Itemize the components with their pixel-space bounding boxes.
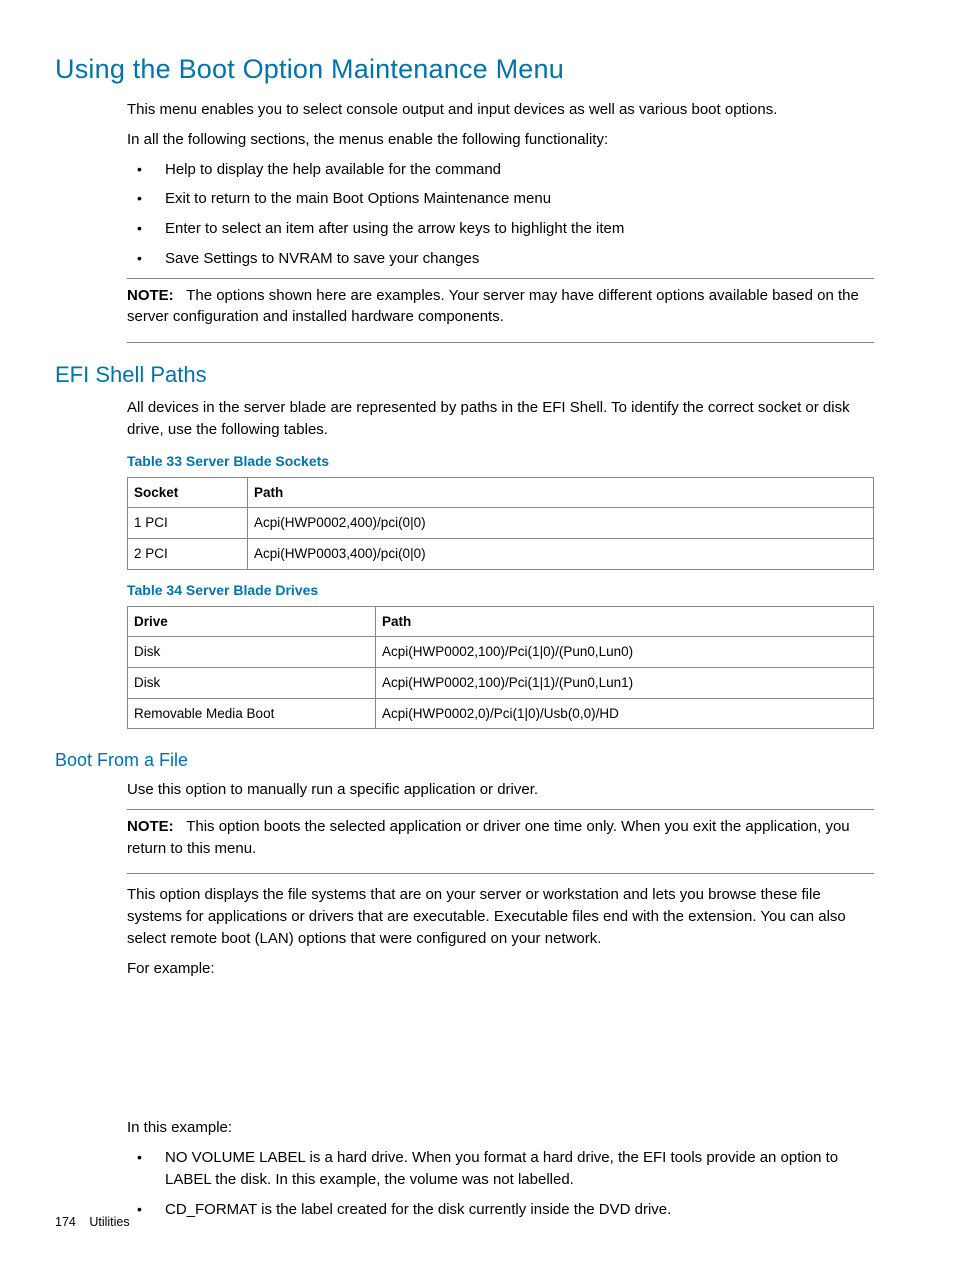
table-33-caption: Table 33 Server Blade Sockets bbox=[127, 451, 874, 471]
list-item: CD_FORMAT is the label created for the d… bbox=[127, 1199, 874, 1221]
example-list: NO VOLUME LABEL is a hard drive. When yo… bbox=[127, 1147, 874, 1220]
cell-path: Acpi(HWP0003,400)/pci(0|0) bbox=[248, 538, 874, 569]
boot-content: Use this option to manually run a specif… bbox=[55, 779, 874, 1220]
page-title: Using the Boot Option Maintenance Menu bbox=[55, 50, 874, 89]
note-box-1: NOTE: The options shown here are example… bbox=[127, 278, 874, 344]
table-34: Drive Path Disk Acpi(HWP0002,100)/Pci(1|… bbox=[127, 606, 874, 729]
boot-paragraph-4: In this example: bbox=[127, 1117, 874, 1139]
list-item: Enter to select an item after using the … bbox=[127, 218, 874, 240]
note-body: This option boots the selected applicati… bbox=[127, 818, 850, 857]
note-text: NOTE: This option boots the selected app… bbox=[127, 816, 874, 860]
col-header-path: Path bbox=[248, 477, 874, 508]
efi-content: All devices in the server blade are repr… bbox=[55, 397, 874, 729]
table-header-row: Drive Path bbox=[128, 606, 874, 637]
cell-path: Acpi(HWP0002,0)/Pci(1|0)/Usb(0,0)/HD bbox=[376, 698, 874, 729]
table-row: 2 PCI Acpi(HWP0003,400)/pci(0|0) bbox=[128, 538, 874, 569]
cell-socket: 1 PCI bbox=[128, 508, 248, 539]
cell-path: Acpi(HWP0002,400)/pci(0|0) bbox=[248, 508, 874, 539]
boot-paragraph-2: This option displays the file systems th… bbox=[127, 884, 874, 949]
example-placeholder bbox=[127, 987, 874, 1117]
table-33: Socket Path 1 PCI Acpi(HWP0002,400)/pci(… bbox=[127, 477, 874, 570]
footer-section-name: Utilities bbox=[89, 1215, 129, 1229]
cell-socket: 2 PCI bbox=[128, 538, 248, 569]
cell-drive: Disk bbox=[128, 667, 376, 698]
boot-paragraph-1: Use this option to manually run a specif… bbox=[127, 779, 874, 801]
efi-intro: All devices in the server blade are repr… bbox=[127, 397, 874, 441]
list-item: Save Settings to NVRAM to save your chan… bbox=[127, 248, 874, 270]
intro-paragraph-2: In all the following sections, the menus… bbox=[127, 129, 874, 151]
main-content: This menu enables you to select console … bbox=[55, 99, 874, 343]
boot-paragraph-3: For example: bbox=[127, 958, 874, 980]
table-row: 1 PCI Acpi(HWP0002,400)/pci(0|0) bbox=[128, 508, 874, 539]
note-label: NOTE: bbox=[127, 818, 174, 835]
col-header-path: Path bbox=[376, 606, 874, 637]
table-row: Disk Acpi(HWP0002,100)/Pci(1|0)/(Pun0,Lu… bbox=[128, 637, 874, 668]
intro-paragraph-1: This menu enables you to select console … bbox=[127, 99, 874, 121]
note-body: The options shown here are examples. You… bbox=[127, 287, 859, 326]
note-text: NOTE: The options shown here are example… bbox=[127, 285, 874, 329]
section-heading-boot-from-file: Boot From a File bbox=[55, 747, 874, 773]
note-box-2: NOTE: This option boots the selected app… bbox=[127, 809, 874, 875]
cell-path: Acpi(HWP0002,100)/Pci(1|1)/(Pun0,Lun1) bbox=[376, 667, 874, 698]
table-row: Disk Acpi(HWP0002,100)/Pci(1|1)/(Pun0,Lu… bbox=[128, 667, 874, 698]
table-header-row: Socket Path bbox=[128, 477, 874, 508]
page-number: 174 bbox=[55, 1215, 76, 1229]
list-item: Help to display the help available for t… bbox=[127, 159, 874, 181]
list-item: Exit to return to the main Boot Options … bbox=[127, 188, 874, 210]
section-heading-efi: EFI Shell Paths bbox=[55, 359, 874, 391]
table-row: Removable Media Boot Acpi(HWP0002,0)/Pci… bbox=[128, 698, 874, 729]
cell-path: Acpi(HWP0002,100)/Pci(1|0)/(Pun0,Lun0) bbox=[376, 637, 874, 668]
col-header-socket: Socket bbox=[128, 477, 248, 508]
note-label: NOTE: bbox=[127, 287, 174, 304]
page-footer: 174 Utilities bbox=[55, 1213, 130, 1231]
list-item: NO VOLUME LABEL is a hard drive. When yo… bbox=[127, 1147, 874, 1191]
cell-drive: Removable Media Boot bbox=[128, 698, 376, 729]
col-header-drive: Drive bbox=[128, 606, 376, 637]
cell-drive: Disk bbox=[128, 637, 376, 668]
functionality-list: Help to display the help available for t… bbox=[127, 159, 874, 270]
table-34-caption: Table 34 Server Blade Drives bbox=[127, 580, 874, 600]
